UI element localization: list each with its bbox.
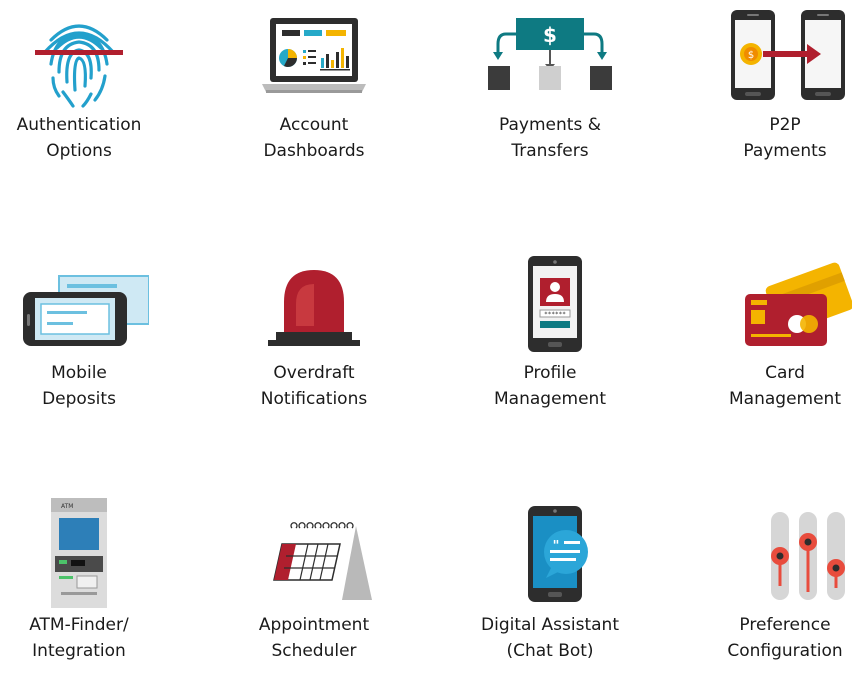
credit-cards-icon <box>745 262 852 346</box>
feature-label: Preference Configuration <box>685 612 852 664</box>
money-transfer-icon: $ <box>488 18 612 90</box>
mobile-check-deposit-icon <box>23 275 149 346</box>
feature-tile-appointment-scheduler: Appointment Scheduler <box>214 496 414 664</box>
label-line-1: Digital Assistant <box>481 615 619 635</box>
svg-text:******: ****** <box>544 311 566 318</box>
phone-profile-icon: ****** <box>528 256 582 352</box>
svg-text:$: $ <box>748 50 754 61</box>
chat-bot-phone-icon: " <box>528 506 588 602</box>
feature-tile-payments-transfers: $ Payments & Transfers <box>450 8 650 164</box>
fingerprint-icon <box>35 24 123 108</box>
feature-tile-authentication: Authentication Options <box>0 8 179 164</box>
feature-label: ATM-Finder/ Integration <box>0 612 179 664</box>
label-line-1: Overdraft <box>273 363 355 383</box>
feature-label: Card Management <box>685 360 852 412</box>
feature-tile-digital-assistant: " Digital Assistant (Chat Bot) <box>450 496 650 664</box>
feature-label: Overdraft Notifications <box>214 360 414 412</box>
label-line-1: Preference <box>739 615 831 635</box>
feature-label: P2P Payments <box>685 112 852 164</box>
calendar-icon <box>273 522 372 600</box>
label-line-2: (Chat Bot) <box>506 641 594 661</box>
label-line-2: Dashboards <box>263 141 365 161</box>
feature-label: Appointment Scheduler <box>214 612 414 664</box>
feature-tile-atm-finder: ATM ATM-Finder/ Integration <box>0 496 179 664</box>
feature-label: Digital Assistant (Chat Bot) <box>450 612 650 664</box>
label-line-1: Profile <box>523 363 577 383</box>
label-line-1: Appointment <box>258 615 370 635</box>
label-line-1: ATM-Finder/ <box>29 615 129 635</box>
feature-tile-card-management: Card Management <box>685 256 852 412</box>
label-line-1: Mobile <box>51 363 107 383</box>
phone-to-phone-icon: $ <box>731 10 845 100</box>
label-line-2: Deposits <box>42 389 116 409</box>
label-line-1: P2P <box>769 115 801 135</box>
feature-tile-preference-configuration: Preference Configuration <box>685 496 852 664</box>
label-line-2: Notifications <box>260 389 368 409</box>
atm-machine-icon: ATM <box>51 498 107 608</box>
feature-tile-mobile-deposits: Mobile Deposits <box>0 256 179 412</box>
label-line-2: Configuration <box>727 641 843 661</box>
label-line-2: Options <box>46 141 112 161</box>
svg-text:$: $ <box>543 23 557 47</box>
label-line-1: Card <box>765 363 805 383</box>
feature-tile-p2p-payments: $ P2P Payments <box>685 8 852 164</box>
laptop-dashboard-icon <box>262 18 366 93</box>
feature-tile-profile-management: ****** Profile Management <box>450 256 650 412</box>
feature-label: Authentication Options <box>0 112 179 164</box>
feature-label: Payments & Transfers <box>450 112 650 164</box>
label-line-2: Payments <box>743 141 827 161</box>
atm-label: ATM <box>61 503 73 510</box>
label-line-1: Payments & <box>499 115 601 135</box>
label-line-1: Authentication <box>16 115 142 135</box>
label-line-2: Management <box>494 389 606 409</box>
label-line-2: Management <box>729 389 841 409</box>
feature-tile-overdraft-notifications: Overdraft Notifications <box>214 256 414 412</box>
label-line-2: Integration <box>32 641 126 661</box>
feature-label: Account Dashboards <box>214 112 414 164</box>
feature-label: Mobile Deposits <box>0 360 179 412</box>
label-line-2: Scheduler <box>271 641 357 661</box>
feature-label: Profile Management <box>450 360 650 412</box>
label-line-2: Transfers <box>511 141 589 161</box>
alarm-siren-icon <box>268 270 360 346</box>
feature-tile-account-dashboards: Account Dashboards <box>214 8 414 164</box>
label-line-1: Account <box>279 115 349 135</box>
sliders-icon <box>771 512 845 600</box>
